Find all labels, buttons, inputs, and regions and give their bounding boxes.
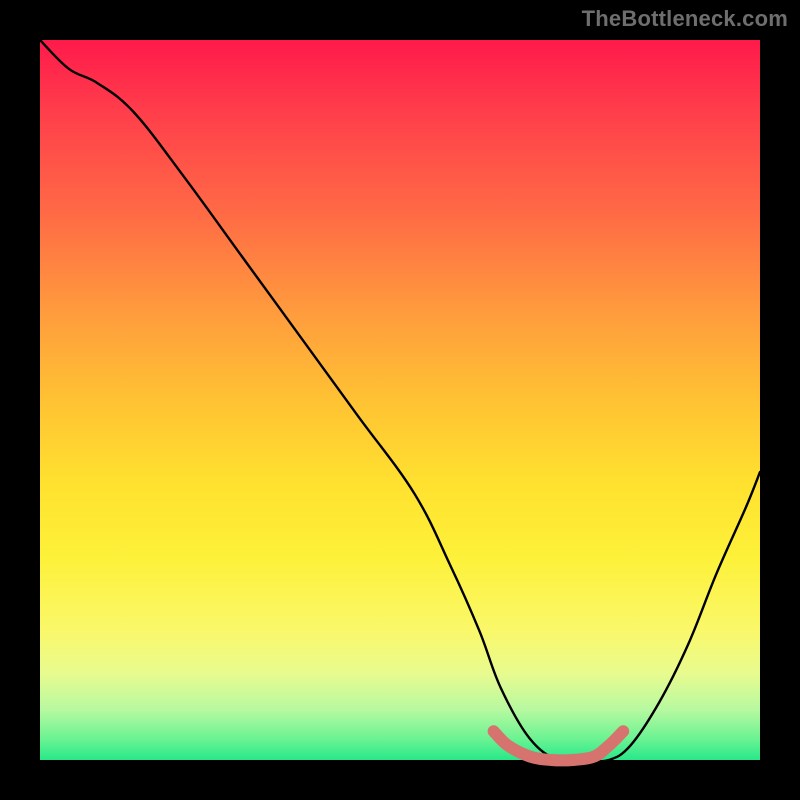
chart-svg	[40, 40, 760, 760]
watermark-text: TheBottleneck.com	[582, 6, 788, 32]
plot-area	[40, 40, 760, 760]
chart-frame: TheBottleneck.com	[0, 0, 800, 800]
bottleneck-curve	[40, 40, 760, 762]
optimal-range-highlight	[494, 731, 624, 760]
